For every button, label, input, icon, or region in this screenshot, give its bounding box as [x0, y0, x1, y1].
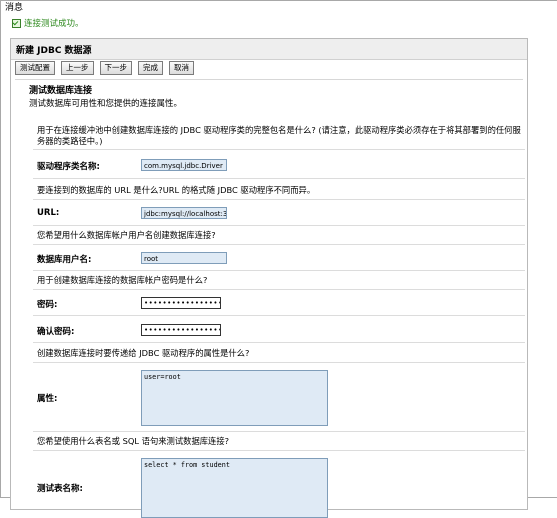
properties-textarea[interactable]: user=root — [141, 370, 328, 426]
divider — [33, 315, 525, 316]
properties-question: 创建数据库连接时要传递给 JDBC 驱动程序的属性是什么? — [37, 348, 250, 358]
panel-header: 新建 JDBC 数据源 — [11, 39, 527, 60]
password-question: 用于创建数据库连接的数据库帐户密码是什么? — [37, 275, 208, 285]
confirm-password-input[interactable]: •••••••••••••••••••• — [141, 324, 221, 336]
test-table-question: 您希望使用什么表名或 SQL 语句来测试数据库连接? — [37, 436, 230, 446]
back-button[interactable]: 上一步 — [61, 61, 94, 75]
divider — [33, 289, 525, 290]
new-jdbc-datasource-panel: 新建 JDBC 数据源 测试配置 上一步 下一步 完成 取消 测试数据库连接 测… — [10, 38, 528, 518]
driver-class-label: 驱动程序类名称: — [37, 162, 100, 172]
divider — [33, 270, 525, 271]
properties-label: 属性: — [37, 394, 58, 404]
url-label: URL: — [37, 208, 60, 218]
confirm-password-label: 确认密码: — [37, 327, 75, 337]
password-input[interactable]: •••••••••••••••••••• — [141, 297, 221, 309]
divider — [33, 362, 525, 363]
url-input[interactable]: jdbc:mysql://localhost:330 — [141, 207, 227, 219]
panel-title: 新建 JDBC 数据源 — [16, 46, 92, 56]
messages-heading: 消息 — [5, 3, 24, 13]
username-label: 数据库用户名: — [37, 255, 92, 265]
url-question: 要连接到的数据库的 URL 是什么?URL 的格式随 JDBC 驱动程序不同而异… — [37, 185, 316, 195]
button-bar: 测试配置 上一步 下一步 完成 取消 — [15, 61, 194, 75]
divider — [33, 149, 525, 150]
divider — [33, 225, 525, 226]
test-table-label: 测试表名称: — [37, 484, 83, 494]
success-message-text: 连接测试成功。 — [24, 19, 84, 29]
success-message: 连接测试成功。 — [12, 17, 84, 29]
test-table-textarea[interactable]: select * from student — [141, 458, 328, 518]
divider — [15, 79, 523, 80]
divider — [33, 244, 525, 245]
password-label: 密码: — [37, 300, 58, 310]
checkbox-check-icon — [12, 18, 21, 28]
next-button[interactable]: 下一步 — [99, 61, 132, 75]
driver-class-input[interactable]: com.mysql.jdbc.Driver — [141, 159, 227, 171]
divider — [33, 199, 525, 200]
section-title: 测试数据库连接 — [29, 86, 93, 96]
divider — [33, 431, 525, 432]
username-question: 您希望用什么数据库帐户用户名创建数据库连接? — [37, 230, 216, 240]
finish-button[interactable]: 完成 — [138, 61, 163, 75]
divider — [33, 450, 525, 451]
cancel-button[interactable]: 取消 — [169, 61, 194, 75]
test-config-button[interactable]: 测试配置 — [15, 61, 55, 75]
username-input[interactable]: root — [141, 252, 227, 264]
divider — [33, 342, 525, 343]
divider — [33, 178, 525, 179]
section-description: 测试数据库可用性和您提供的连接属性。 — [29, 99, 183, 109]
driver-question: 用于在连接缓冲池中创建数据库连接的 JDBC 驱动程序类的完整包名是什么? (请… — [37, 125, 521, 146]
